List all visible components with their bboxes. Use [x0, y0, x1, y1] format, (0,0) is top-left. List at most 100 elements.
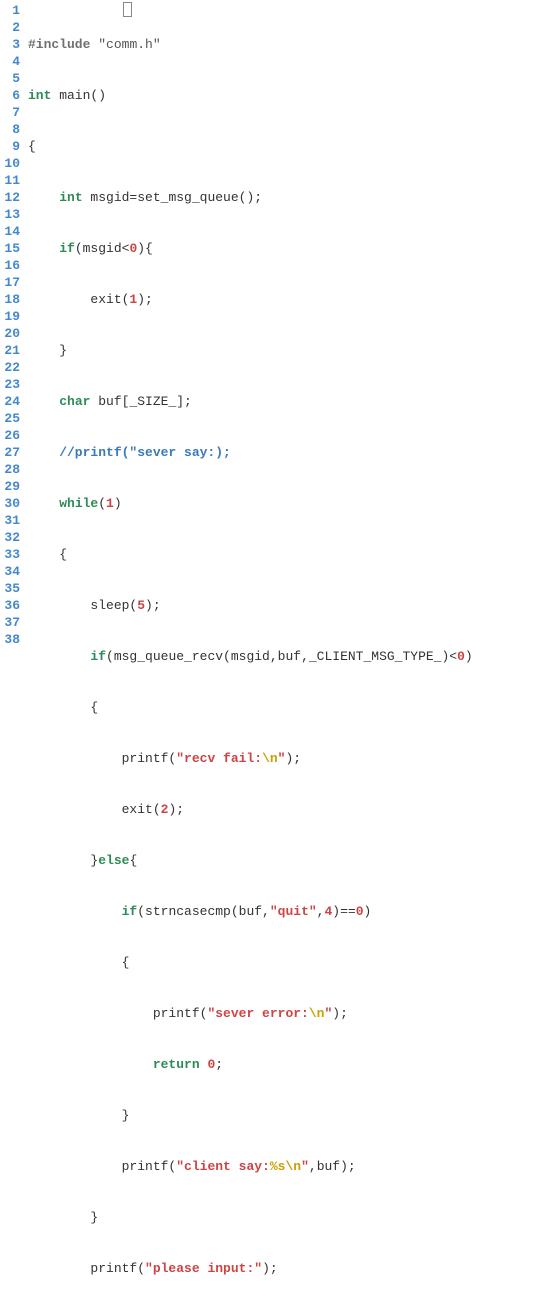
keyword-if: if — [122, 904, 138, 919]
code-line[interactable]: char buf[_SIZE_]; — [28, 393, 560, 410]
brace: { — [122, 955, 130, 970]
indent — [28, 1108, 122, 1123]
escape: \n — [309, 1006, 325, 1021]
keyword-return: return — [153, 1057, 200, 1072]
code-line[interactable]: if(strncasecmp(buf,"quit",4)==0) — [28, 903, 560, 920]
code-area[interactable]: #include "comm.h" int main() { int msgid… — [24, 2, 560, 1300]
line-number: 34 — [0, 563, 20, 580]
ident: main() — [51, 88, 106, 103]
line-number: 22 — [0, 359, 20, 376]
string: "please input:" — [145, 1261, 262, 1276]
line-number: 18 — [0, 291, 20, 308]
space — [200, 1057, 208, 1072]
number: 4 — [324, 904, 332, 919]
code-line[interactable]: { — [28, 546, 560, 563]
line-number: 6 — [0, 87, 20, 104]
line-number: 14 — [0, 223, 20, 240]
code-line[interactable]: printf("recv fail:\n"); — [28, 750, 560, 767]
code-line[interactable]: }else{ — [28, 852, 560, 869]
code-line[interactable]: return 0; — [28, 1056, 560, 1073]
number: 0 — [356, 904, 364, 919]
call: printf( — [28, 1261, 145, 1276]
string: " — [278, 751, 286, 766]
line-number: 27 — [0, 444, 20, 461]
line-number: 21 — [0, 342, 20, 359]
line-number: 11 — [0, 172, 20, 189]
code-line[interactable]: exit(1); — [28, 291, 560, 308]
line-number: 29 — [0, 478, 20, 495]
indent — [28, 904, 122, 919]
preproc: #include — [28, 37, 90, 52]
line-number: 36 — [0, 597, 20, 614]
punct: ); — [285, 751, 301, 766]
code-line[interactable]: { — [28, 954, 560, 971]
code-editor: 1 2 3 4 5 6 7 8 9 10 11 12 13 14 15 16 1… — [0, 0, 560, 1300]
call: exit( — [28, 292, 129, 307]
line-number: 4 — [0, 53, 20, 70]
code-line[interactable]: } — [28, 1107, 560, 1124]
punct: ); — [137, 292, 153, 307]
brace: { — [90, 700, 98, 715]
number: 2 — [161, 802, 169, 817]
line-number: 10 — [0, 155, 20, 172]
code-line[interactable]: if(msgid<0){ — [28, 240, 560, 257]
line-number: 17 — [0, 274, 20, 291]
keyword-if: if — [59, 241, 75, 256]
line-number: 25 — [0, 410, 20, 427]
line-number: 2 — [0, 19, 20, 36]
line-number: 32 — [0, 529, 20, 546]
code-line[interactable]: printf("client say:%s\n",buf); — [28, 1158, 560, 1175]
paren: ) — [114, 496, 122, 511]
line-number: 13 — [0, 206, 20, 223]
code-line[interactable]: sleep(5); — [28, 597, 560, 614]
indent — [28, 649, 90, 664]
code-line[interactable]: printf("please input:"); — [28, 1260, 560, 1277]
code-line[interactable]: } — [28, 1209, 560, 1226]
code-line[interactable]: if(msg_queue_recv(msgid,buf,_CLIENT_MSG_… — [28, 648, 560, 665]
line-number: 38 — [0, 631, 20, 648]
line-number: 20 — [0, 325, 20, 342]
code-line[interactable]: printf("sever error:\n"); — [28, 1005, 560, 1022]
line-number: 24 — [0, 393, 20, 410]
keyword-while: while — [59, 496, 98, 511]
expr: )== — [332, 904, 355, 919]
expr: (msgid< — [75, 241, 130, 256]
punct: ; — [215, 1057, 223, 1072]
comment: //printf("sever say:); — [28, 445, 231, 460]
line-number: 33 — [0, 546, 20, 563]
escape: \n — [262, 751, 278, 766]
indent — [28, 700, 90, 715]
brace: { — [28, 139, 36, 154]
line-number: 1 — [0, 2, 20, 19]
line-number: 19 — [0, 308, 20, 325]
call: sleep( — [28, 598, 137, 613]
indent — [28, 190, 59, 205]
code-line[interactable]: { — [28, 138, 560, 155]
number: 0 — [457, 649, 465, 664]
ident: msgid=set_msg_queue(); — [83, 190, 262, 205]
code-line[interactable]: { — [28, 699, 560, 716]
code-line[interactable]: exit(2); — [28, 801, 560, 818]
keyword-if: if — [90, 649, 106, 664]
number: 0 — [207, 1057, 215, 1072]
paren: ) — [364, 904, 372, 919]
indent — [28, 241, 59, 256]
code-line[interactable]: int msgid=set_msg_queue(); — [28, 189, 560, 206]
call: exit( — [28, 802, 161, 817]
code-line[interactable]: int main() — [28, 87, 560, 104]
line-number: 30 — [0, 495, 20, 512]
indent — [28, 1210, 90, 1225]
code-line[interactable]: //printf("sever say:); — [28, 444, 560, 461]
string: "comm.h" — [98, 37, 160, 52]
code-line[interactable]: } — [28, 342, 560, 359]
code-line[interactable]: while(1) — [28, 495, 560, 512]
line-number: 31 — [0, 512, 20, 529]
number: 1 — [106, 496, 114, 511]
keyword-int: int — [28, 88, 51, 103]
number: 5 — [137, 598, 145, 613]
expr: (msg_queue_recv(msgid,buf,_CLIENT_MSG_TY… — [106, 649, 457, 664]
code-line[interactable]: #include "comm.h" — [28, 36, 560, 53]
line-number: 7 — [0, 104, 20, 121]
brace: ){ — [137, 241, 153, 256]
line-number: 23 — [0, 376, 20, 393]
